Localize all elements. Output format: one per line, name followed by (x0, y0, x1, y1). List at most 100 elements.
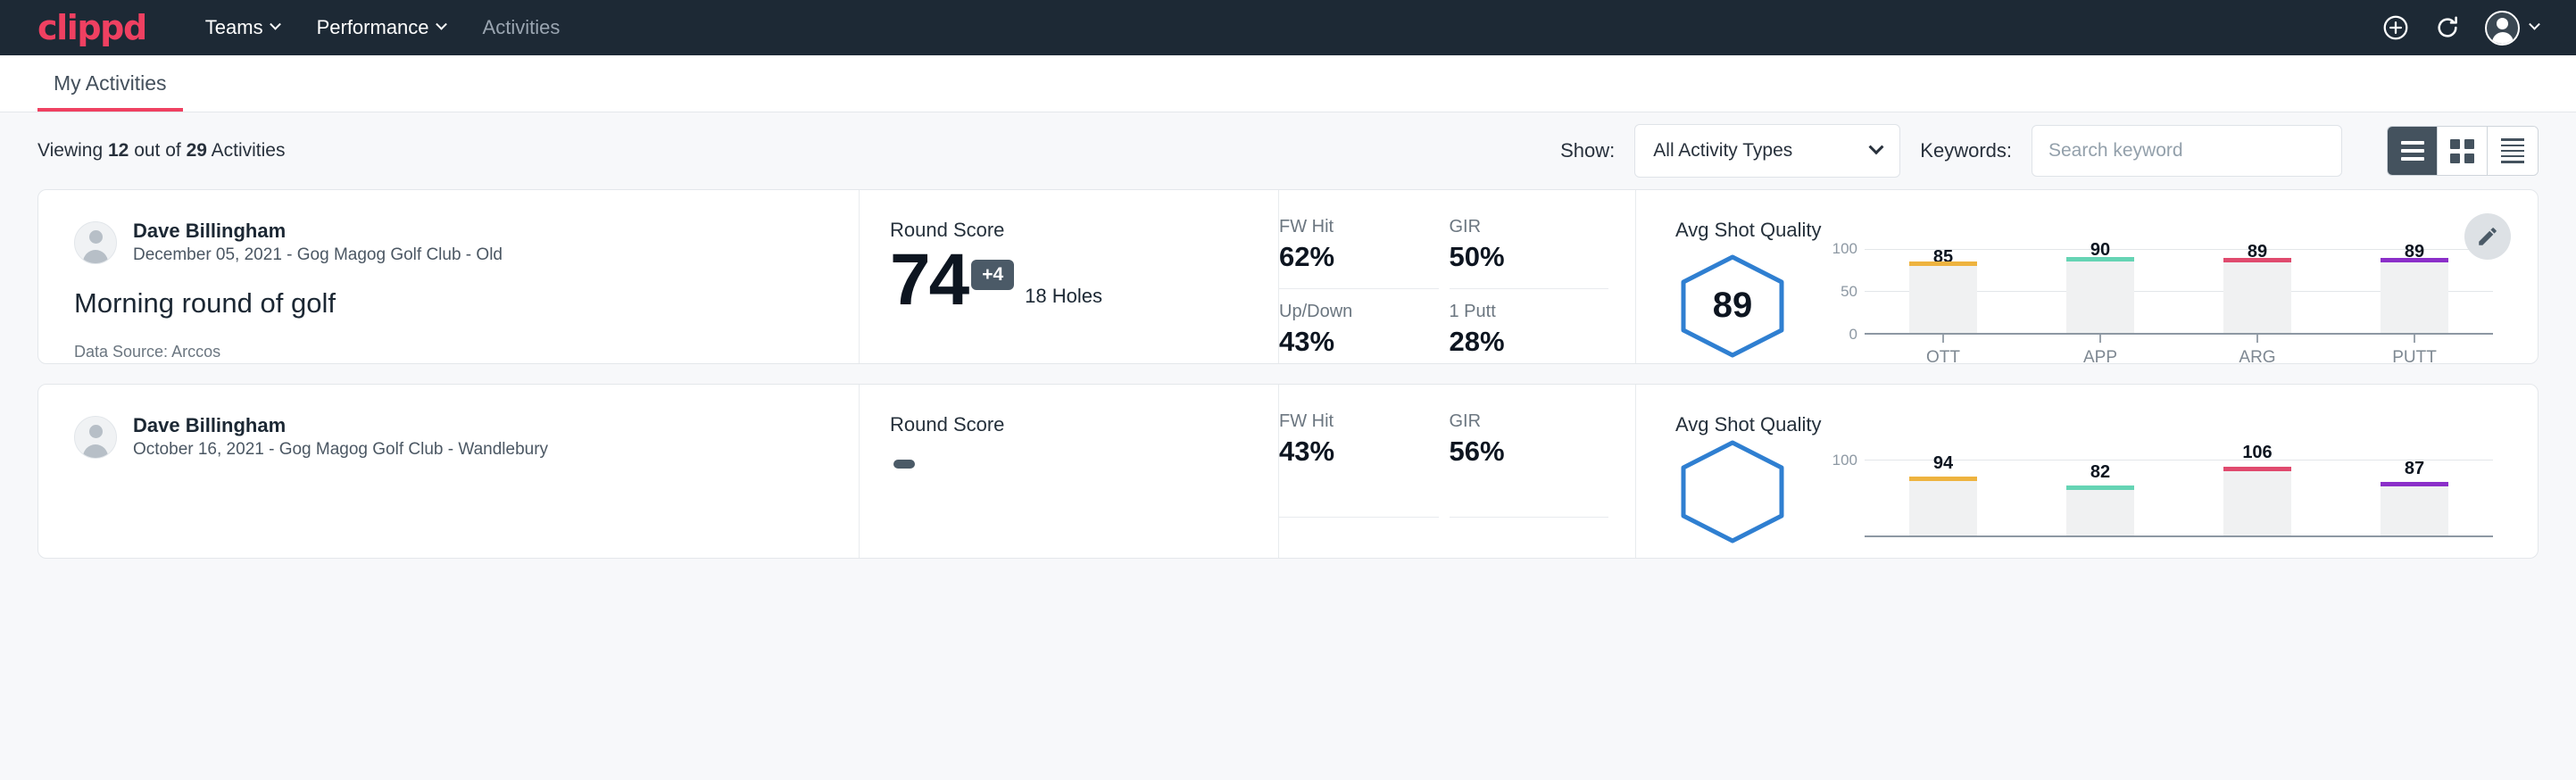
avg-shot-quality-body: 89 100 50 0 85 (1675, 244, 2493, 368)
round-score-value: 74 (890, 245, 968, 315)
avatar (74, 416, 117, 459)
bar-rect (2066, 485, 2134, 535)
stat-value: 28% (1450, 326, 1597, 358)
bar-rect (2381, 258, 2448, 333)
bar-rect (1909, 261, 1977, 333)
primary-nav: Teams Performance Activities (205, 16, 561, 39)
stat-label: GIR (1450, 217, 1597, 237)
shot-quality-value (1675, 438, 1790, 545)
bar-value: 87 (2405, 459, 2424, 479)
x-tick-arg: ARG (2223, 335, 2291, 368)
nav-item-activities-label: Activities (483, 16, 561, 39)
stat-value: 50% (1450, 241, 1597, 273)
refresh-icon[interactable] (2433, 13, 2462, 42)
activity-stats: FW Hit 43% GIR 56% (1279, 385, 1636, 558)
navbar-actions (2381, 11, 2539, 46)
tab-my-activities-label: My Activities (54, 71, 167, 95)
filter-controls: Show: All Activity Types Keywords: (1560, 124, 2539, 178)
round-score-section: Round Score 74 +4 18 Holes (860, 190, 1279, 363)
bar-value: 82 (2090, 462, 2110, 483)
activity-card[interactable]: Dave Billingham December 05, 2021 - Gog … (37, 189, 2539, 364)
activity-title: Morning round of golf (74, 287, 823, 319)
tab-my-activities[interactable]: My Activities (37, 71, 183, 112)
activity-type-select[interactable]: All Activity Types (1634, 124, 1900, 178)
avg-shot-quality-body: 100 94 82 (1675, 438, 2493, 545)
bar-arg: 89 (2223, 249, 2291, 333)
chart-y-axis: 100 (1825, 452, 1865, 537)
viewing-mid: out of (129, 140, 186, 161)
chart-y-axis: 100 50 0 (1825, 249, 1865, 335)
activity-info: Dave Billingham October 16, 2021 - Gog M… (38, 385, 860, 558)
nav-item-performance[interactable]: Performance (317, 16, 445, 39)
view-mode-list-button[interactable] (2388, 127, 2438, 175)
account-menu[interactable] (2485, 11, 2539, 46)
bar-rect (2066, 257, 2134, 333)
chevron-down-icon (270, 18, 281, 29)
bar-rect (2223, 467, 2291, 535)
edit-activity-button[interactable] (2464, 213, 2511, 260)
clippd-logo[interactable]: clippd (37, 8, 146, 47)
nav-item-activities[interactable]: Activities (483, 16, 561, 39)
view-mode-grid-button[interactable] (2438, 127, 2488, 175)
view-mode-compact-button[interactable] (2488, 127, 2538, 175)
stat-gir: GIR 50% (1450, 217, 1609, 289)
chart-x-axis: OTT APP ARG PUTT (1825, 335, 2493, 368)
activity-info: Dave Billingham December 05, 2021 - Gog … (38, 190, 860, 363)
activity-data-source: Data Source: Arccos (74, 343, 823, 361)
nav-item-teams-label: Teams (205, 16, 263, 39)
search-input[interactable] (2032, 125, 2342, 177)
bar-rect (2381, 482, 2448, 535)
chart-plot-area: 94 82 106 8 (1865, 452, 2493, 537)
keywords-label: Keywords: (1920, 139, 2012, 162)
top-navbar: clippd Teams Performance Activities (0, 0, 2576, 55)
avg-shot-quality-section: Avg Shot Quality 100 (1636, 385, 2538, 558)
list-icon (2401, 141, 2424, 161)
show-label: Show: (1560, 139, 1615, 162)
stat-gir: GIR 56% (1450, 411, 1609, 518)
bar-app: 82 (2066, 452, 2134, 535)
activity-author: Dave Billingham October 16, 2021 - Gog M… (74, 413, 823, 461)
nav-item-performance-label: Performance (317, 16, 429, 39)
viewing-count: 12 (108, 140, 129, 161)
filter-bar: Viewing 12 out of 29 Activities Show: Al… (0, 112, 2576, 189)
plus-circle-icon[interactable] (2381, 13, 2410, 42)
chevron-down-icon (436, 18, 447, 29)
activity-author: Dave Billingham December 05, 2021 - Gog … (74, 219, 823, 266)
activity-list: Dave Billingham December 05, 2021 - Gog … (0, 189, 2576, 559)
stat-label: GIR (1450, 411, 1597, 432)
shot-quality-hexagon (1675, 438, 1790, 545)
round-score-row: 74 +4 18 Holes (890, 245, 1278, 315)
activity-meta: October 16, 2021 - Gog Magog Golf Club -… (133, 438, 548, 461)
bar-ott: 94 (1909, 452, 1977, 535)
stat-label: 1 Putt (1450, 302, 1597, 322)
y-tick: 0 (1849, 326, 1857, 344)
stat-label: FW Hit (1279, 411, 1426, 432)
bar-putt: 87 (2381, 452, 2448, 535)
viewing-prefix: Viewing (37, 140, 108, 161)
round-score-row (890, 440, 1278, 469)
author-name: Dave Billingham (133, 219, 503, 244)
stat-value: 56% (1450, 436, 1597, 468)
activity-card[interactable]: Dave Billingham October 16, 2021 - Gog M… (37, 384, 2539, 559)
y-tick: 100 (1832, 452, 1857, 469)
stat-value: 62% (1279, 241, 1426, 273)
viewing-summary: Viewing 12 out of 29 Activities (37, 140, 285, 162)
bar-ott: 85 (1909, 249, 1977, 333)
grid-icon (2450, 139, 2474, 163)
avg-shot-quality-label: Avg Shot Quality (1675, 413, 2493, 436)
avatar (2485, 11, 2520, 46)
x-tick-putt: PUTT (2381, 335, 2448, 368)
nav-item-teams[interactable]: Teams (205, 16, 279, 39)
bar-value: 94 (1933, 453, 1953, 474)
stat-value: 43% (1279, 326, 1426, 358)
bar-rect (2223, 258, 2291, 333)
activity-meta: December 05, 2021 - Gog Magog Golf Club … (133, 244, 503, 267)
stat-value: 43% (1279, 436, 1426, 468)
bar-putt: 89 (2381, 249, 2448, 333)
activity-stats: FW Hit 62% GIR 50% Up/Down 43% 1 Putt 28… (1279, 190, 1636, 363)
avg-shot-quality-label: Avg Shot Quality (1675, 219, 2493, 242)
viewing-total: 29 (187, 140, 207, 161)
bar-rect (1909, 477, 1977, 535)
shot-quality-bar-chart: 100 94 82 (1825, 446, 2493, 537)
stat-label: Up/Down (1279, 302, 1426, 322)
